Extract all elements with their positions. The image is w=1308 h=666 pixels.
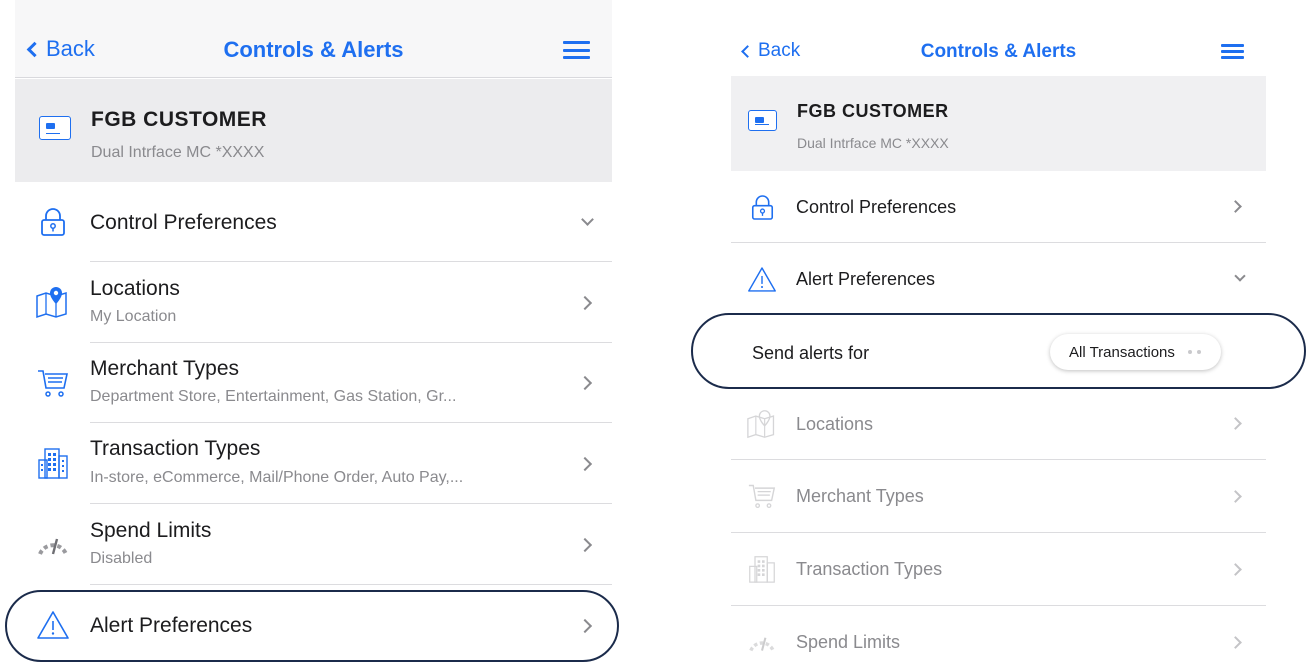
right-screen: Back Controls & Alerts FGB CUSTOMER Dual…	[731, 0, 1266, 666]
row-merchant-types[interactable]: Merchant Types	[731, 460, 1266, 533]
send-alerts-for-label: Send alerts for	[752, 343, 870, 363]
chevron-right-icon	[577, 295, 593, 311]
chevron-down-icon	[581, 213, 594, 226]
chevron-right-icon	[577, 456, 593, 472]
row-title: Merchant Types	[796, 486, 924, 506]
chevron-right-icon	[577, 375, 593, 391]
row-control-preferences[interactable]: Control Preferences	[731, 171, 1266, 243]
row-subtitle: In-store, eCommerce, Mail/Phone Order, A…	[90, 469, 464, 486]
account-header: FGB CUSTOMER Dual Intrface MC *XXXX	[731, 76, 1266, 171]
building-icon	[743, 550, 781, 588]
row-locations[interactable]: Locations My Location	[15, 262, 612, 343]
chevron-right-icon	[577, 537, 593, 553]
chevron-right-icon	[1229, 490, 1242, 503]
row-subtitle: Department Store, Entertainment, Gas Sta…	[90, 388, 457, 405]
row-title: Transaction Types	[796, 559, 943, 579]
row-title: Alert Preferences	[90, 614, 253, 637]
row-title: Alert Preferences	[796, 269, 936, 289]
account-name: FGB CUSTOMER	[91, 108, 267, 131]
warning-icon	[33, 605, 73, 645]
shopping-cart-icon	[33, 363, 73, 403]
card-description: Dual Intrface MC *XXXX	[797, 135, 949, 151]
card-description: Dual Intrface MC *XXXX	[91, 144, 265, 161]
row-title: Control Preferences	[90, 211, 277, 234]
chevron-right-icon	[1229, 200, 1242, 213]
row-title: Locations	[796, 414, 874, 434]
lock-icon	[743, 188, 781, 226]
row-subtitle: My Location	[90, 308, 177, 325]
row-control-preferences[interactable]: Control Preferences	[15, 182, 612, 262]
credit-card-icon	[39, 116, 71, 140]
building-icon	[33, 443, 73, 483]
warning-icon	[743, 260, 781, 298]
row-title: Spend Limits	[796, 632, 901, 652]
map-pin-icon	[33, 282, 73, 322]
row-transaction-types[interactable]: Transaction Types	[731, 533, 1266, 606]
row-alert-preferences[interactable]: Alert Preferences	[731, 243, 1266, 315]
row-subtitle: Disabled	[90, 550, 153, 567]
row-title: Transaction Types	[90, 437, 261, 460]
row-alert-preferences[interactable]: Alert Preferences	[15, 585, 612, 666]
shopping-cart-icon	[743, 477, 781, 515]
navigation-bar: Back Controls & Alerts	[731, 0, 1266, 76]
row-title: Spend Limits	[90, 519, 212, 542]
account-header: FGB CUSTOMER Dual Intrface MC *XXXX	[15, 79, 612, 182]
alert-scope-selector[interactable]: All Transactions	[1050, 334, 1221, 370]
lock-icon	[33, 202, 73, 242]
chevron-right-icon	[1229, 636, 1242, 649]
credit-card-icon	[748, 110, 777, 131]
row-spend-limits[interactable]: Spend Limits	[731, 606, 1266, 666]
chevron-down-icon	[1234, 270, 1246, 282]
page-title: Controls & Alerts	[223, 37, 404, 62]
navigation-bar: Back Controls & Alerts	[15, 0, 612, 78]
menu-icon[interactable]	[563, 41, 590, 59]
row-title: Merchant Types	[90, 357, 240, 380]
row-merchant-types[interactable]: Merchant Types Department Store, Enterta…	[15, 343, 612, 423]
row-title: Control Preferences	[796, 197, 957, 217]
chevron-right-icon	[1229, 563, 1242, 576]
page-title: Controls & Alerts	[920, 41, 1077, 62]
account-name: FGB CUSTOMER	[797, 101, 949, 121]
chevron-right-icon	[1229, 417, 1242, 430]
map-pin-icon	[743, 405, 781, 443]
row-locations[interactable]: Locations	[731, 388, 1266, 460]
left-screen: Back Controls & Alerts FGB CUSTOMER Dual…	[15, 0, 612, 666]
row-title: Locations	[90, 277, 180, 300]
speedometer-icon	[33, 524, 73, 564]
speedometer-icon	[743, 623, 781, 661]
row-spend-limits[interactable]: Spend Limits Disabled	[15, 504, 612, 585]
row-transaction-types[interactable]: Transaction Types In-store, eCommerce, M…	[15, 423, 612, 504]
chevron-right-icon	[577, 618, 593, 634]
alert-scope-value: All Transactions	[1069, 343, 1175, 361]
more-dots-icon	[1187, 350, 1201, 354]
menu-icon[interactable]	[1221, 44, 1244, 59]
